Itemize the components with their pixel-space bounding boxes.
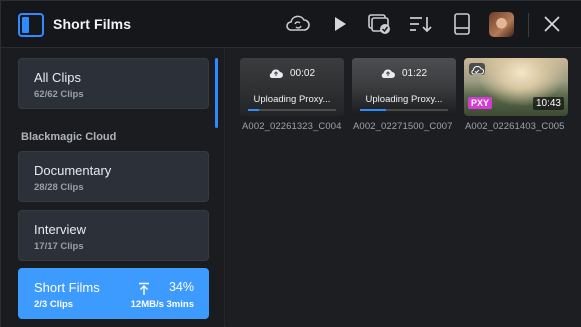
clip-name: A002_02261403_C005	[465, 121, 565, 132]
clip-thumbnail[interactable]: 00:02 Uploading Proxy...	[240, 58, 344, 116]
sidebar-item-count: 28/28 Clips	[34, 182, 84, 193]
clip-status: Uploading Proxy...	[253, 94, 331, 105]
clip-status: Uploading Proxy...	[365, 94, 443, 105]
clip-duration: 00:02	[290, 68, 316, 79]
sidebar-toggle-icon[interactable]	[18, 13, 44, 37]
clip-duration: 01:22	[402, 68, 428, 79]
upload-speed: 12MB/s 3mins	[130, 299, 194, 310]
clips-grid: 00:02 Uploading Proxy... A002_02261323_C…	[226, 48, 581, 327]
upload-progress-bar	[360, 109, 448, 111]
play-icon[interactable]	[327, 11, 353, 37]
upload-percent: 34%	[168, 280, 194, 294]
avatar[interactable]	[489, 12, 514, 37]
proxy-media-icon[interactable]	[366, 11, 392, 37]
clip-thumbnail[interactable]: 01:22 Uploading Proxy...	[352, 58, 456, 116]
app-window: Short Films All Clips 62/62 Clips Blackm…	[0, 0, 581, 327]
sidebar-item-count: 62/62 Clips	[34, 89, 84, 100]
upload-progress-bar	[248, 109, 336, 111]
sidebar-item-documentary[interactable]: Documentary 28/28 Clips	[18, 151, 209, 202]
cloud-upload-icon	[381, 69, 395, 78]
sync-icon[interactable]	[285, 11, 311, 37]
section-label: Blackmagic Cloud	[21, 131, 117, 143]
cloud-icon	[469, 63, 485, 75]
clip-thumbnail[interactable]: PXY 10:43	[464, 58, 568, 116]
header-bar: Short Films	[1, 1, 581, 48]
sidebar-item-interview[interactable]: Interview 17/17 Clips	[18, 210, 209, 261]
sidebar-item-short-films[interactable]: Short Films 2/3 Clips 34% 12MB/s 3mins	[18, 268, 209, 319]
sidebar-item-label: Documentary	[34, 163, 112, 178]
clip-duration: 10:43	[532, 97, 564, 110]
clip-name: A002_02261323_C004	[242, 121, 342, 132]
header-divider	[528, 13, 529, 37]
proxy-badge: PXY	[468, 97, 493, 109]
storage-icon[interactable]	[449, 11, 475, 37]
cloud-upload-icon	[269, 69, 283, 78]
sidebar-scrollbar[interactable]	[215, 58, 218, 128]
sort-icon[interactable]	[408, 11, 434, 37]
clip-name: A002_02271500_C007	[353, 121, 453, 132]
sidebar-item-label: All Clips	[34, 70, 81, 85]
page-title: Short Films	[53, 16, 132, 32]
sidebar-item-count: 17/17 Clips	[34, 241, 84, 252]
sidebar-item-label: Short Films	[34, 280, 100, 295]
sidebar-item-all-clips[interactable]: All Clips 62/62 Clips	[18, 58, 209, 109]
sidebar-item-count: 2/3 Clips	[34, 299, 74, 310]
sidebar-item-label: Interview	[34, 222, 87, 237]
close-icon[interactable]	[539, 11, 565, 37]
sidebar: All Clips 62/62 Clips Blackmagic Cloud D…	[1, 48, 225, 327]
upload-icon	[137, 282, 151, 296]
